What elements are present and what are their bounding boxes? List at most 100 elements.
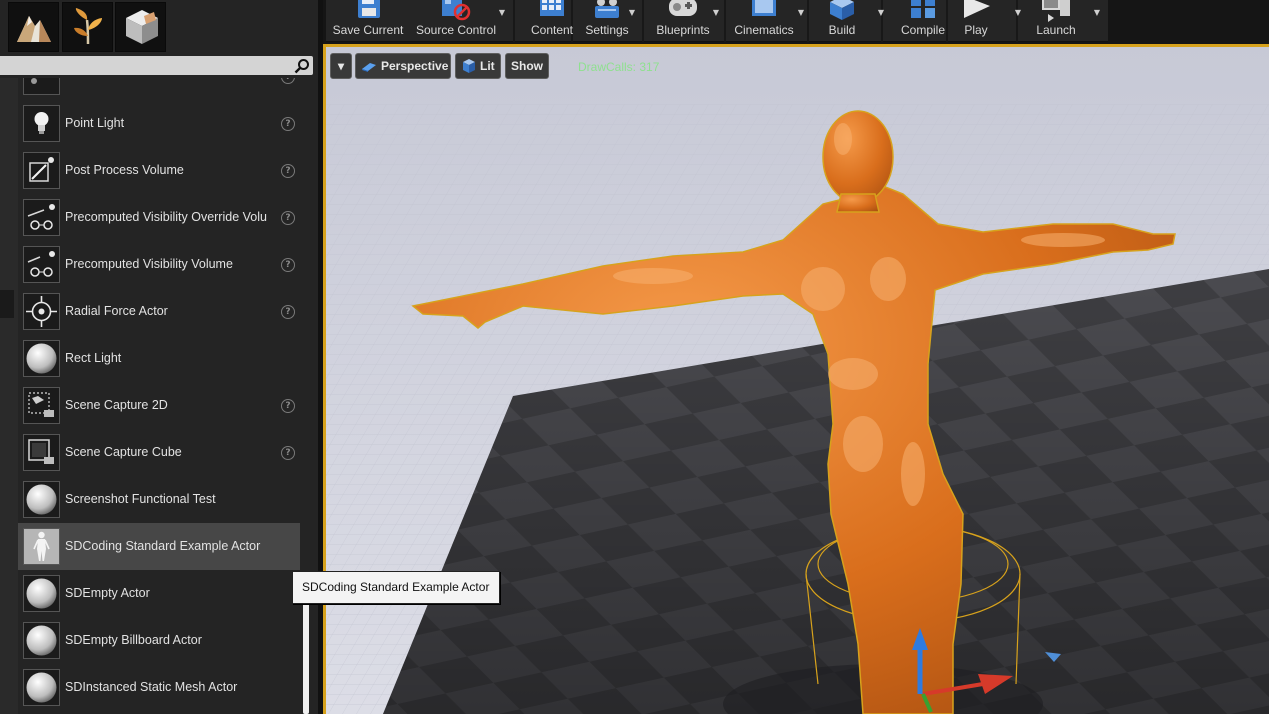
search-bar (0, 56, 318, 76)
toolbar-button-label: Cinematics (734, 23, 794, 37)
toolbar-button-play[interactable]: Play (946, 0, 1006, 42)
actor-list-item-label: Scene Capture Cube (65, 445, 182, 459)
search-icon[interactable] (294, 58, 310, 74)
toolbar-button-label: Blueprints (656, 23, 710, 37)
perspective-icon (362, 63, 376, 72)
search-input[interactable] (0, 56, 313, 75)
actor-list-item[interactable]: Rect Light (18, 335, 300, 382)
actor-list: ?Point Light?Post Process Volume?Precomp… (0, 78, 318, 714)
dropdown-arrow-icon[interactable]: ▼ (795, 8, 807, 18)
level-viewport[interactable]: ▾ Perspective Lit Show DrawCalls: 317 (323, 44, 1269, 714)
actor-list-item[interactable]: Scene Capture Cube? (18, 429, 300, 476)
actor-list-item-label: Screenshot Functional Test (65, 492, 216, 506)
actor-thumbnail (23, 152, 60, 189)
toolbar-strip: Save Current Source Control ▼ Content Settin… (326, 0, 1108, 42)
help-icon[interactable]: ? (281, 211, 295, 225)
play-icon (964, 0, 990, 18)
viewport-menu-button[interactable]: ▾ (330, 53, 352, 79)
main-toolbar: Save Current Source Control ▼ Content Settin… (323, 0, 1269, 44)
visibility-volume-icon (24, 247, 59, 282)
actor-list-item[interactable]: Screenshot Functional Test (18, 476, 300, 523)
toolbar-button-label: Source Control (415, 23, 497, 37)
dropdown-arrow-icon[interactable]: ▼ (710, 8, 722, 18)
toolbar-button-label: Build (828, 23, 856, 37)
show-button[interactable]: Show (505, 53, 549, 79)
actor-list-item[interactable]: ? (18, 78, 300, 100)
list-gutter (0, 78, 18, 714)
gutter-marker (0, 290, 14, 318)
compile-icon (911, 0, 935, 18)
toolbar-separator (513, 0, 515, 42)
source-control-icon (442, 0, 471, 21)
foliage-mode-tab[interactable] (62, 2, 113, 52)
toolbar-button-label: Launch (1036, 23, 1076, 37)
toolbar-button-blueprints[interactable]: Blueprints (644, 0, 722, 42)
blueprints-icon (669, 0, 697, 16)
toolbar-separator (807, 0, 809, 42)
actor-list-item-label: Precomputed Visibility Override Volu (65, 210, 267, 224)
sphere-icon (24, 623, 59, 658)
actor-list-item[interactable]: SDCoding Standard Example Actor (18, 523, 300, 570)
actor-list-item-label: Radial Force Actor (65, 304, 168, 318)
scene-capture-cube-icon (24, 435, 59, 470)
partial-item-icon (24, 78, 59, 94)
actor-thumbnail (23, 293, 60, 330)
lit-button[interactable]: Lit (455, 53, 501, 79)
toolbar-separator (724, 0, 726, 42)
sphere-icon (24, 576, 59, 611)
actor-list-item-label: Post Process Volume (65, 163, 184, 177)
actor-thumbnail (23, 622, 60, 659)
build-icon (830, 0, 854, 20)
viewport-scene[interactable] (323, 44, 1269, 714)
toolbar-button-save-current[interactable]: Save Current (328, 0, 408, 42)
actor-thumbnail (23, 78, 60, 95)
actor-list-item-label: Precomputed Visibility Volume (65, 257, 233, 271)
dropdown-arrow-icon[interactable]: ▼ (1091, 8, 1103, 18)
help-icon[interactable]: ? (281, 399, 295, 413)
geometry-mode-tab[interactable] (115, 2, 166, 52)
help-icon[interactable]: ? (281, 164, 295, 178)
lit-cube-icon (463, 59, 475, 73)
actor-list-item-label: SDInstanced Static Mesh Actor (65, 680, 238, 694)
sphere-icon (24, 670, 59, 705)
actor-list-item[interactable]: Post Process Volume? (18, 147, 300, 194)
actor-list-item[interactable]: Scene Capture 2D? (18, 382, 300, 429)
launch-icon (1042, 0, 1070, 22)
help-icon[interactable]: ? (281, 117, 295, 131)
dropdown-arrow-icon[interactable]: ▼ (626, 8, 638, 18)
scene-capture-2d-icon (24, 388, 59, 423)
toolbar-button-build[interactable]: Build (812, 0, 872, 42)
toolbar-button-settings[interactable]: Settings (577, 0, 637, 42)
actor-list-items: ?Point Light?Post Process Volume?Precomp… (18, 78, 300, 711)
toolbar-button-source-control[interactable]: Source Control (410, 0, 502, 42)
dropdown-arrow-icon[interactable]: ▼ (496, 8, 508, 18)
help-icon[interactable]: ? (281, 258, 295, 272)
actor-list-item[interactable]: Point Light? (18, 100, 300, 147)
actor-list-item[interactable]: SDEmpty Actor (18, 570, 300, 617)
help-icon[interactable]: ? (281, 305, 295, 319)
actor-thumbnail (23, 669, 60, 706)
point-light-icon (24, 106, 59, 141)
actor-thumbnail (23, 199, 60, 236)
toolbar-button-launch[interactable]: Launch (1021, 0, 1091, 42)
toolbar-button-cinematics[interactable]: Cinematics (727, 0, 801, 42)
toolbar-button-content[interactable]: Content (520, 0, 584, 42)
actor-list-item[interactable]: SDEmpty Billboard Actor (18, 617, 300, 664)
actor-list-item[interactable]: Radial Force Actor? (18, 288, 300, 335)
actor-thumbnail (23, 387, 60, 424)
actor-list-item[interactable]: Precomputed Visibility Volume? (18, 241, 300, 288)
content-icon (540, 0, 564, 16)
foliage-mode-icon (73, 8, 102, 45)
actor-list-item[interactable]: Precomputed Visibility Override Volu? (18, 194, 300, 241)
actor-thumbnail (23, 340, 60, 377)
perspective-button[interactable]: Perspective (355, 53, 451, 79)
help-icon[interactable]: ? (281, 78, 295, 84)
actor-list-item-label: Point Light (65, 116, 125, 130)
settings-icon (595, 0, 619, 18)
place-mode-icon (16, 16, 51, 42)
place-mode-tab[interactable] (8, 2, 59, 52)
actor-list-item-label: SDEmpty Billboard Actor (65, 633, 202, 647)
actor-list-item[interactable]: SDInstanced Static Mesh Actor (18, 664, 300, 711)
lit-label: Lit (480, 59, 495, 73)
help-icon[interactable]: ? (281, 446, 295, 460)
